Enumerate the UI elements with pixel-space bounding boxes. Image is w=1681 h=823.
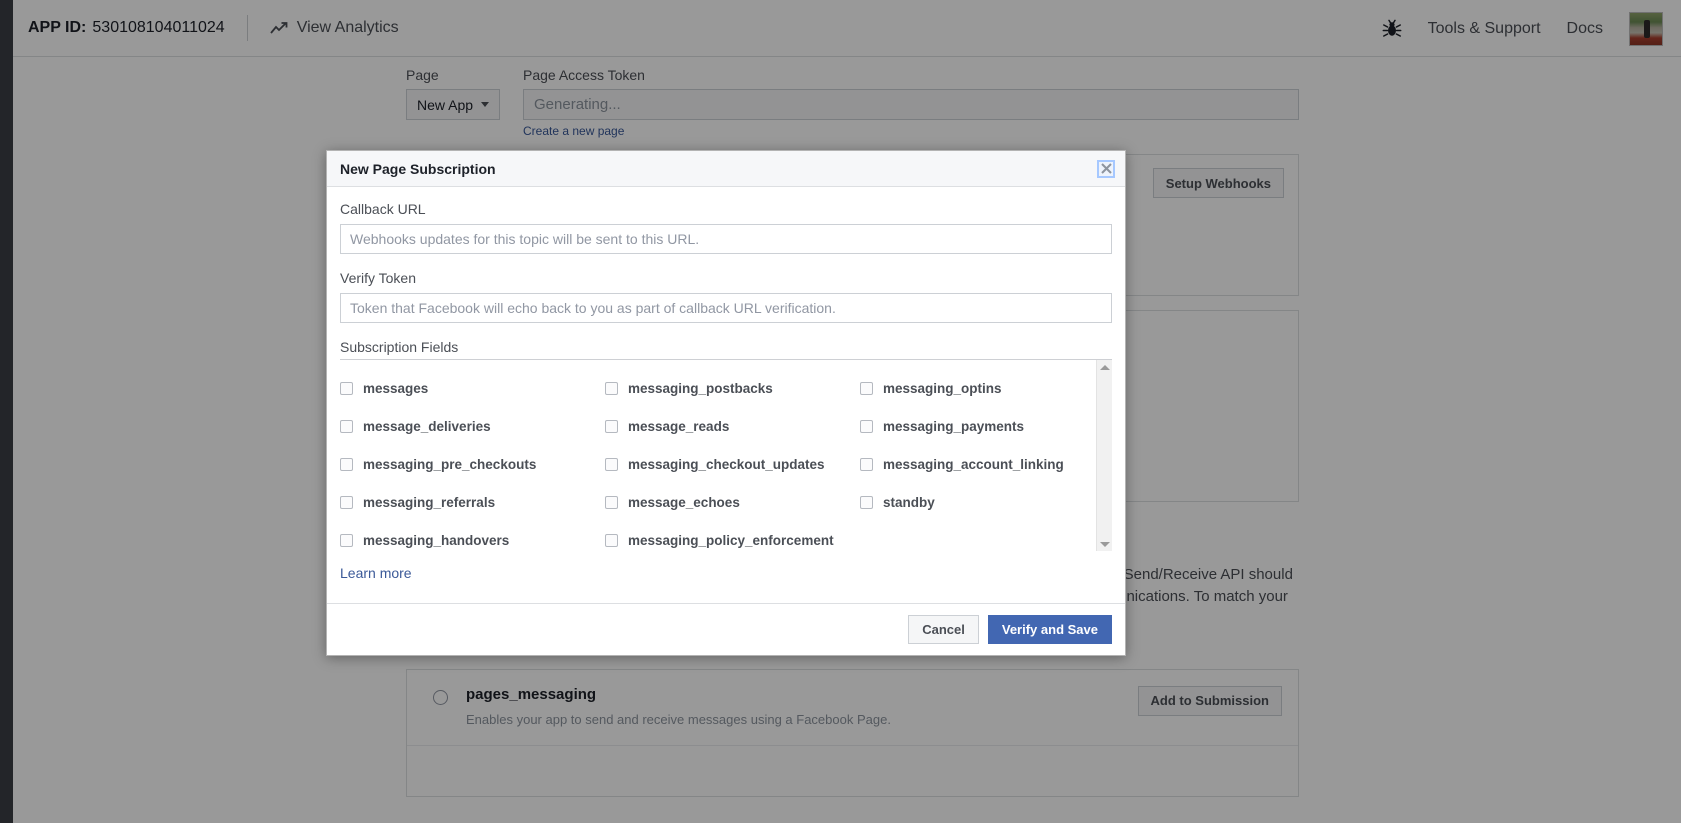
subscription-field-message_reads[interactable]: message_reads bbox=[605, 407, 860, 445]
subscription-fields-scrollbar[interactable] bbox=[1096, 360, 1112, 551]
checkbox-icon[interactable] bbox=[340, 495, 353, 509]
subscription-field-messaging_handovers[interactable]: messaging_handovers bbox=[340, 521, 605, 551]
subscription-field-messaging_checkout_updates[interactable]: messaging_checkout_updates bbox=[605, 445, 860, 483]
verify-token-input[interactable] bbox=[340, 293, 1112, 323]
subscription-field-label: messaging_payments bbox=[883, 418, 1025, 434]
checkbox-icon[interactable] bbox=[605, 533, 618, 547]
subscription-field-messaging_payments[interactable]: messaging_payments bbox=[860, 407, 1092, 445]
subscription-fields-label: Subscription Fields bbox=[340, 339, 459, 355]
subscription-field-label: messages bbox=[363, 380, 429, 396]
checkbox-icon[interactable] bbox=[860, 419, 873, 433]
modal-body: Callback URL Verify Token Subscription F… bbox=[327, 187, 1125, 587]
modal-title: New Page Subscription bbox=[340, 160, 496, 177]
checkbox-icon[interactable] bbox=[860, 495, 873, 509]
subscription-field-messaging_postbacks[interactable]: messaging_postbacks bbox=[605, 369, 860, 407]
subscription-field-label: message_deliveries bbox=[363, 418, 491, 434]
scroll-up-icon[interactable] bbox=[1100, 365, 1110, 370]
subscription-field-label: message_reads bbox=[628, 418, 730, 434]
subscription-field-label: messaging_handovers bbox=[363, 532, 510, 548]
subscription-field-label: messaging_postbacks bbox=[628, 380, 773, 396]
subscription-field-messaging_pre_checkouts[interactable]: messaging_pre_checkouts bbox=[340, 445, 605, 483]
checkbox-icon[interactable] bbox=[340, 457, 353, 471]
subscription-field-label: messaging_checkout_updates bbox=[628, 456, 825, 472]
checkbox-icon[interactable] bbox=[340, 533, 353, 547]
checkbox-icon[interactable] bbox=[340, 381, 353, 395]
subscription-field-message_echoes[interactable]: message_echoes bbox=[605, 483, 860, 521]
learn-more-link[interactable]: Learn more bbox=[340, 565, 412, 581]
checkbox-icon[interactable] bbox=[605, 495, 618, 509]
subscription-field-message_deliveries[interactable]: message_deliveries bbox=[340, 407, 605, 445]
verify-token-label: Verify Token bbox=[340, 270, 417, 286]
subscription-field-messaging_optins[interactable]: messaging_optins bbox=[860, 369, 1092, 407]
verify-and-save-button[interactable]: Verify and Save bbox=[987, 615, 1112, 644]
subscription-field-label: message_echoes bbox=[628, 494, 740, 510]
cancel-button[interactable]: Cancel bbox=[908, 615, 979, 644]
close-button[interactable] bbox=[1097, 159, 1115, 178]
subscription-field-label: messaging_optins bbox=[883, 380, 1002, 396]
scroll-down-icon[interactable] bbox=[1100, 542, 1110, 547]
checkbox-icon[interactable] bbox=[860, 457, 873, 471]
subscription-field-label: messaging_account_linking bbox=[883, 456, 1064, 472]
subscription-field-messages[interactable]: messages bbox=[340, 369, 605, 407]
checkbox-icon[interactable] bbox=[605, 381, 618, 395]
subscription-fields-grid: messages messaging_postbacks messaging_opt… bbox=[340, 360, 1112, 551]
checkbox-icon[interactable] bbox=[340, 419, 353, 433]
subscription-field-messaging_policy_enforcement[interactable]: messaging_policy_enforcement bbox=[605, 521, 860, 551]
subscription-field-messaging_referrals[interactable]: messaging_referrals bbox=[340, 483, 605, 521]
checkbox-icon[interactable] bbox=[605, 457, 618, 471]
subscription-fields-box: messages messaging_postbacks messaging_opt… bbox=[340, 359, 1112, 551]
subscription-field-label: messaging_pre_checkouts bbox=[363, 456, 537, 472]
subscription-field-label: standby bbox=[883, 494, 935, 510]
modal-header: New Page Subscription bbox=[327, 151, 1125, 187]
subscription-field-messaging_account_linking[interactable]: messaging_account_linking bbox=[860, 445, 1092, 483]
callback-url-input[interactable] bbox=[340, 224, 1112, 254]
subscription-field-standby[interactable]: standby bbox=[860, 483, 1092, 521]
callback-url-label: Callback URL bbox=[340, 201, 426, 217]
checkbox-icon[interactable] bbox=[605, 419, 618, 433]
modal-footer: Cancel Verify and Save bbox=[327, 603, 1125, 655]
new-page-subscription-dialog: New Page Subscription Callback URL Verif… bbox=[326, 150, 1126, 656]
subscription-field-label: messaging_policy_enforcement bbox=[628, 532, 834, 548]
close-icon bbox=[1100, 163, 1112, 174]
subscription-field-label: messaging_referrals bbox=[363, 494, 496, 510]
checkbox-icon[interactable] bbox=[860, 381, 873, 395]
